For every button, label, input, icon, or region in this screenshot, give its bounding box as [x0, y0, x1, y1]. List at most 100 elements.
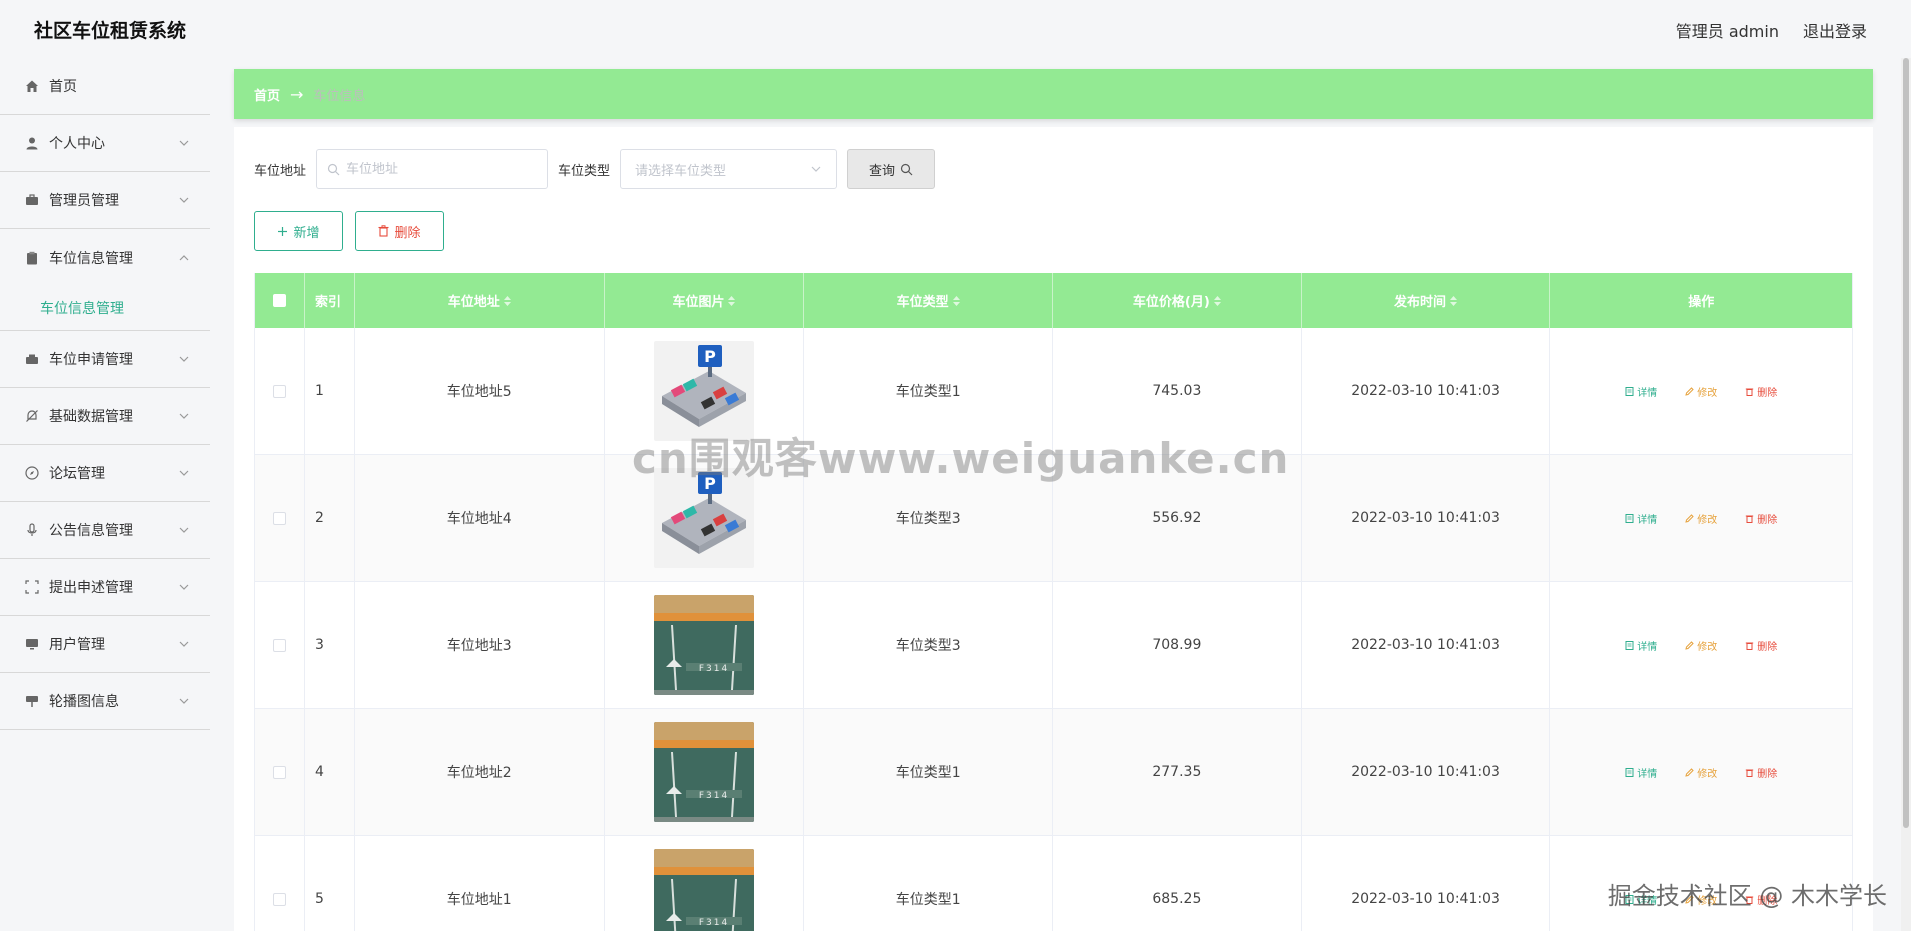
- sidebar-item-label: 用户管理: [49, 637, 105, 653]
- sortable-column-header[interactable]: 发布时间: [1302, 273, 1551, 328]
- detail-button-label: 详情: [1637, 768, 1658, 780]
- row-image[interactable]: F314: [653, 849, 754, 931]
- breadcrumb-current: 车位信息: [313, 88, 366, 104]
- sidebar-item-notice-management[interactable]: 公告信息管理: [0, 502, 210, 559]
- sortable-column-header[interactable]: 车位类型: [804, 273, 1054, 328]
- page-scrollbar[interactable]: [1901, 58, 1911, 931]
- row-delete-button[interactable]: 删除: [1745, 638, 1777, 653]
- detail-button[interactable]: 详情: [1625, 511, 1657, 526]
- sortable-column-header[interactable]: 车位价格(月): [1053, 273, 1302, 328]
- detail-button[interactable]: 详情: [1625, 384, 1657, 399]
- row-price: 745.03: [1152, 383, 1202, 399]
- add-button[interactable]: 新增: [254, 211, 343, 251]
- row-price: 277.35: [1152, 764, 1202, 780]
- corner-watermark: 掘金技术社区 @ 木木学长: [1607, 882, 1887, 910]
- row-index: 5: [314, 891, 324, 907]
- detail-button[interactable]: 详情: [1625, 765, 1657, 780]
- row-checkbox[interactable]: [272, 892, 286, 906]
- column-header-label: 车位图片: [672, 295, 725, 310]
- sidebar: 首页 个人中心 管理员管理 车位信息管理 车位信息管理 车位申请管理 基础数据管…: [0, 58, 210, 931]
- column-header: 操作: [1688, 295, 1715, 310]
- table-body: 1 车位地址5 P 车位类型1 745.03 2022-03-10 10:41:03 详情修…: [255, 328, 1852, 931]
- address-search-input[interactable]: [346, 161, 537, 177]
- row-price: 708.99: [1152, 637, 1202, 653]
- sidebar-item-forum-management[interactable]: 论坛管理: [0, 445, 210, 502]
- type-select-placeholder: 请选择车位类型: [635, 163, 727, 179]
- edit-button[interactable]: 修改: [1685, 638, 1717, 653]
- scroll-thumb[interactable]: [1903, 58, 1909, 828]
- row-delete-button[interactable]: 删除: [1745, 511, 1777, 526]
- sidebar-item-home[interactable]: 首页: [0, 58, 210, 115]
- column-header-label: 车位类型: [896, 295, 949, 310]
- row-checkbox[interactable]: [272, 384, 286, 398]
- parking-table: 索引 车位地址 车位图片 车位类型 车位价格(月) 发布时间 操作 1 车位地址5…: [254, 273, 1853, 931]
- select-all-checkbox[interactable]: [272, 294, 286, 307]
- row-image[interactable]: F314: [653, 722, 754, 822]
- breadcrumb-home[interactable]: 首页: [254, 85, 280, 104]
- edit-button[interactable]: 修改: [1685, 765, 1717, 780]
- sidebar-item-label: 提出申述管理: [49, 580, 133, 596]
- query-button[interactable]: 查询: [847, 149, 936, 189]
- table-row: 4 车位地址2 F314 车位类型1 277.35 2022-03-10 10:41:03…: [255, 709, 1852, 836]
- row-checkbox[interactable]: [272, 511, 286, 525]
- document-icon: [1625, 767, 1634, 777]
- user-icon: [24, 135, 40, 151]
- logout-button[interactable]: 退出登录: [1803, 18, 1867, 42]
- type-select[interactable]: 请选择车位类型: [620, 149, 838, 189]
- pencil-icon: [1685, 386, 1694, 396]
- address-label: 车位地址: [254, 163, 307, 179]
- edit-button[interactable]: 修改: [1685, 384, 1717, 399]
- edit-button-label: 修改: [1697, 387, 1718, 399]
- row-delete-button[interactable]: 删除: [1745, 765, 1777, 780]
- row-price: 685.25: [1152, 891, 1202, 907]
- sidebar-item-personal-center[interactable]: 个人中心: [0, 115, 210, 172]
- trash-icon: [1746, 515, 1754, 523]
- sidebar-item-basic-data-management[interactable]: 基础数据管理: [0, 388, 210, 445]
- top-bar: 社区车位租赁系统 管理员 admin 退出登录: [0, 0, 1911, 58]
- pencil-icon: [1685, 513, 1694, 523]
- row-index: 2: [314, 510, 324, 526]
- row-image[interactable]: F314: [653, 595, 754, 695]
- row-address: 车位地址4: [446, 511, 512, 527]
- bell-off-icon: [24, 408, 40, 424]
- address-search-field[interactable]: [316, 149, 549, 189]
- svg-text:F314: F314: [699, 918, 729, 928]
- microphone-icon: [24, 522, 40, 538]
- chevron-up-icon: [179, 254, 189, 260]
- sidebar-item-parking-info-management[interactable]: 车位信息管理: [0, 229, 210, 286]
- table-header: 索引 车位地址 车位图片 车位类型 车位价格(月) 发布时间 操作: [255, 273, 1852, 328]
- clipboard-icon: [24, 250, 40, 266]
- row-delete-button[interactable]: 删除: [1745, 384, 1777, 399]
- user-label[interactable]: 管理员 admin: [1676, 18, 1779, 42]
- batch-delete-button[interactable]: 删除: [355, 211, 444, 251]
- row-price: 556.92: [1152, 510, 1202, 526]
- trash-icon: [1746, 642, 1754, 650]
- fullscreen-icon: [24, 579, 40, 595]
- main-content: 车位地址 车位类型 请选择车位类型 查询 新增 删除 索引 车位地址 车: [234, 127, 1873, 931]
- detail-button[interactable]: 详情: [1625, 638, 1657, 653]
- submenu-parking-info-management[interactable]: 车位信息管理: [0, 286, 210, 331]
- column-header-label: 车位地址: [447, 295, 500, 310]
- app-title: 社区车位租赁系统: [34, 20, 187, 42]
- briefcase-icon: [24, 192, 40, 208]
- svg-text:P: P: [704, 347, 716, 366]
- row-address: 车位地址1: [446, 892, 512, 908]
- svg-text:F314: F314: [699, 664, 729, 674]
- sidebar-item-complaint-management[interactable]: 提出申述管理: [0, 559, 210, 616]
- sidebar-item-admin-management[interactable]: 管理员管理: [0, 172, 210, 229]
- row-type: 车位类型1: [895, 765, 961, 781]
- edit-button[interactable]: 修改: [1685, 511, 1717, 526]
- edit-button-label: 修改: [1697, 768, 1718, 780]
- sidebar-item-parking-application-management[interactable]: 车位申请管理: [0, 331, 210, 388]
- sortable-column-header[interactable]: 车位地址: [355, 273, 605, 328]
- document-icon: [1625, 386, 1634, 396]
- sidebar-item-user-management[interactable]: 用户管理: [0, 616, 210, 673]
- compass-icon: [24, 465, 40, 481]
- sidebar-item-carousel-info[interactable]: 轮播图信息: [0, 673, 210, 730]
- chevron-down-icon: [179, 698, 189, 704]
- trash-icon: [1746, 769, 1754, 777]
- row-checkbox[interactable]: [272, 765, 286, 779]
- svg-text:F314: F314: [699, 791, 729, 801]
- row-checkbox[interactable]: [272, 638, 286, 652]
- sortable-column-header[interactable]: 车位图片: [605, 273, 805, 328]
